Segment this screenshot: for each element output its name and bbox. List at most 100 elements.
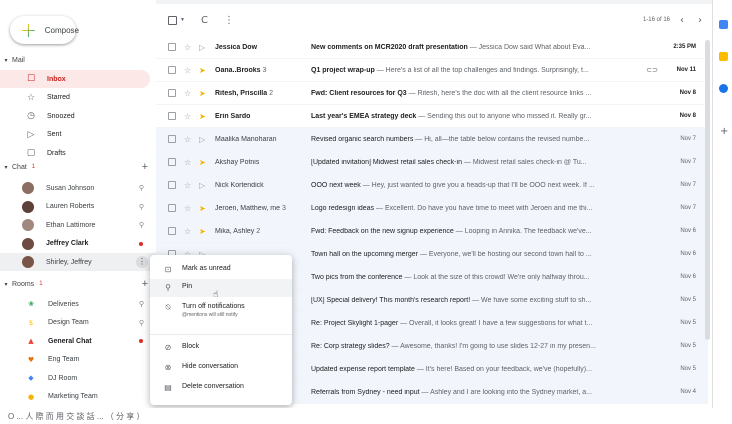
row-checkbox[interactable]: [168, 158, 176, 166]
rooms-section-header[interactable]: ▾ Rooms 1 +: [0, 277, 156, 291]
importance-marker-icon[interactable]: ➤: [199, 66, 209, 75]
importance-marker-icon[interactable]: ➤: [199, 89, 209, 98]
menu-item-hide-conversation[interactable]: ⊗ Hide conversation: [150, 359, 292, 377]
chat-item[interactable]: Lauren Roberts ⚲: [0, 198, 156, 216]
add-room-button[interactable]: +: [142, 278, 148, 290]
nav-item-snoozed[interactable]: ◷ Snoozed: [0, 107, 150, 125]
pinned-icon: ⚲: [138, 221, 144, 229]
email-row[interactable]: ☆ ▷ Maalika Manoharan Revised organic searc…: [156, 128, 708, 151]
email-row[interactable]: ☆ ➤ Jeroen, Matthew, me 3 Logo redesign idea…: [156, 197, 708, 220]
message-list-scrollbar[interactable]: [705, 40, 710, 340]
menu-item-delete-conversation[interactable]: ▤ Delete conversation: [150, 379, 292, 397]
star-icon[interactable]: ☆: [184, 89, 194, 98]
email-subject: Two pics from the conference: [311, 273, 403, 281]
avatar: [22, 219, 34, 231]
star-icon[interactable]: ☆: [184, 112, 194, 121]
mail-section-header[interactable]: ▾ Mail: [0, 53, 156, 67]
select-dropdown-icon[interactable]: ▼: [180, 17, 185, 23]
importance-marker-icon[interactable]: ➤: [199, 204, 209, 213]
email-row[interactable]: ☆ ➤ Akshay Potnis [Updated invitation] Midw…: [156, 151, 708, 174]
send-icon: ▷: [27, 129, 35, 140]
star-icon[interactable]: ☆: [184, 43, 194, 52]
row-checkbox[interactable]: [168, 112, 176, 120]
notifications-off-icon: ⍉: [165, 303, 171, 312]
chat-options-icon[interactable]: ⋮: [136, 256, 148, 268]
email-snippet: — Looping in Annika. The feedback we've.…: [453, 227, 592, 235]
email-content: Last year's EMEA strategy deck — Sending…: [311, 113, 666, 120]
email-snippet: — Overall, it looks great! I have a few …: [398, 319, 593, 327]
email-date: Nov 6: [680, 274, 696, 280]
chat-item-label: Shirley, Jeffrey: [46, 258, 92, 266]
importance-marker-icon[interactable]: ▷: [199, 43, 209, 52]
nav-item-inbox[interactable]: ☐ Inbox: [0, 70, 150, 88]
row-checkbox[interactable]: [168, 227, 176, 235]
email-row[interactable]: ☆ ➤ Oana..Brooks 3 Q1 project wrap-up — Here…: [156, 59, 708, 82]
room-item[interactable]: $ Design Team ⚲: [0, 314, 156, 332]
email-snippet: — Ashley and I are looking into the Sydn…: [419, 388, 592, 396]
row-checkbox[interactable]: [168, 181, 176, 189]
calendar-icon[interactable]: [719, 20, 728, 29]
menu-item-label: Turn off notifications: [182, 303, 245, 310]
nav-item-starred[interactable]: ☆ Starred: [0, 89, 150, 107]
email-row[interactable]: ☆ ➤ Erin Sardo Last year's EMEA strategy de…: [156, 105, 708, 128]
keep-icon[interactable]: [719, 52, 728, 61]
tasks-icon[interactable]: [719, 84, 728, 93]
chat-item[interactable]: Ethan Lattimore ⚲: [0, 216, 156, 234]
room-icon: ●: [27, 392, 35, 401]
row-checkbox[interactable]: [168, 204, 176, 212]
row-checkbox[interactable]: [168, 43, 176, 51]
email-row[interactable]: ☆ ▷ Jessica Dow New comments on MCR2020 dra…: [156, 36, 708, 59]
chat-section-header[interactable]: ▾ Chat 1 +: [0, 160, 156, 174]
menu-item-label: Block: [182, 343, 200, 350]
star-icon[interactable]: ☆: [184, 158, 194, 167]
room-item[interactable]: ❀ Deliveries ⚲: [0, 295, 156, 313]
select-all-checkbox[interactable]: [168, 15, 177, 25]
email-snippet: — Here's a list of all the top challenge…: [374, 66, 589, 74]
rooms-unread-badge: 1: [39, 281, 43, 287]
more-options-icon[interactable]: ⋮: [224, 15, 234, 26]
importance-marker-icon[interactable]: ▷: [199, 135, 209, 144]
star-icon[interactable]: ☆: [184, 227, 194, 236]
nav-item-sent[interactable]: ▷ Sent: [0, 126, 150, 144]
row-checkbox[interactable]: [168, 66, 176, 74]
importance-marker-icon[interactable]: ➤: [199, 112, 209, 121]
menu-item-mark-as-unread[interactable]: ⊡ Mark as unread: [150, 261, 292, 279]
star-icon[interactable]: ☆: [184, 204, 194, 213]
older-page-icon[interactable]: ‹: [680, 15, 684, 26]
room-item[interactable]: ♥ Eng Team: [0, 351, 156, 369]
row-checkbox[interactable]: [168, 135, 176, 143]
star-icon[interactable]: ☆: [184, 181, 194, 190]
thread-count: 2: [256, 227, 261, 235]
email-content: [UX] Special delivery! This month's rese…: [311, 297, 666, 304]
row-checkbox[interactable]: [168, 89, 176, 97]
email-sender: Jeroen, Matthew, me 3: [215, 205, 311, 212]
email-row[interactable]: ☆ ➤ Mika, Ashley 2 Fwd: Feedback on the new …: [156, 220, 708, 243]
sender-name: Erin Sardo: [215, 112, 251, 120]
newer-page-icon[interactable]: ›: [698, 15, 702, 26]
star-icon[interactable]: ☆: [184, 135, 194, 144]
room-item[interactable]: ▲ General Chat: [0, 332, 156, 350]
star-icon[interactable]: ☆: [184, 66, 194, 75]
room-item-label: Design Team: [48, 319, 89, 326]
importance-marker-icon[interactable]: ▷: [199, 181, 209, 190]
menu-item-turn-off-notifications[interactable]: ⍉ Turn off notifications @mentions will st…: [150, 299, 292, 329]
importance-marker-icon[interactable]: ➤: [199, 158, 209, 167]
menu-item-text: Block: [182, 343, 199, 350]
delete-icon: ▤: [164, 383, 172, 392]
chat-item[interactable]: Jeffrey Clark: [0, 235, 156, 253]
menu-item-pin[interactable]: ⚲ Pin: [150, 279, 292, 297]
menu-item-block[interactable]: ⊘ Block: [150, 339, 292, 357]
email-row[interactable]: ☆ ▷ Nick Kortendick OOO next week — Hey, ju…: [156, 174, 708, 197]
room-item[interactable]: ● Marketing Team: [0, 388, 156, 406]
room-item[interactable]: ◆ DJ Room: [0, 369, 156, 387]
chat-item[interactable]: Shirley, Jeffrey ⋮: [0, 253, 156, 271]
add-on-plus-icon[interactable]: +: [720, 126, 728, 137]
compose-button[interactable]: + Compose: [10, 16, 79, 44]
chat-item[interactable]: Susan Johnson ⚲: [0, 179, 156, 197]
add-chat-button[interactable]: +: [142, 161, 148, 173]
refresh-icon[interactable]: C: [201, 15, 208, 26]
importance-marker-icon[interactable]: ➤: [199, 227, 209, 236]
pagination-info: 1-16 of 16: [642, 17, 670, 23]
chat-item-label: Ethan Lattimore: [46, 221, 96, 229]
email-row[interactable]: ☆ ➤ Ritesh, Priscilla 2 Fwd: Client resource…: [156, 82, 708, 105]
